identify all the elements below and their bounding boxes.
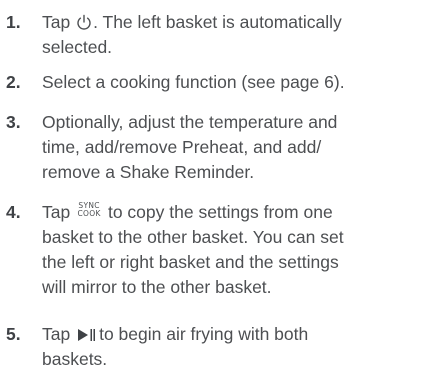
step-number: 2. (6, 72, 21, 92)
step-number: 4. (6, 202, 21, 222)
step-line: basket to the other basket. You can set (42, 227, 344, 247)
step-text: Optionally, adjust the temperature and t… (42, 110, 432, 185)
step-line: Tap . The left basket is automatically (42, 12, 342, 32)
power-icon (76, 13, 92, 30)
step-text: Tap SYNC COOK to copy the settings from … (42, 200, 432, 300)
step-line: Optionally, adjust the temperature and (42, 112, 338, 132)
step-line: baskets. (42, 349, 108, 369)
step-number: 5. (6, 324, 21, 344)
step-text: Tap to begin air frying with both basket… (42, 322, 432, 372)
play-pause-icon (77, 325, 97, 342)
step-line: Select a cooking function (see page 6). (42, 72, 345, 92)
step-number: 3. (6, 112, 21, 132)
step-line: time, add/remove Preheat, and add/ (42, 137, 322, 157)
step-text: Tap . The left basket is automatically s… (42, 10, 432, 60)
step-line: the left or right basket and the setting… (42, 252, 339, 272)
step-number: 1. (6, 12, 21, 32)
step-text: Select a cooking function (see page 6). (42, 70, 432, 95)
step-line: will mirror to the other basket. (42, 277, 272, 297)
step-line: Tap to begin air frying with both (42, 324, 309, 344)
step-line: remove a Shake Reminder. (42, 162, 255, 182)
step-line: Tap SYNC COOK to copy the settings from … (42, 201, 333, 222)
step-line: selected. (42, 37, 113, 57)
sync-cook-icon: SYNC COOK (77, 201, 101, 219)
